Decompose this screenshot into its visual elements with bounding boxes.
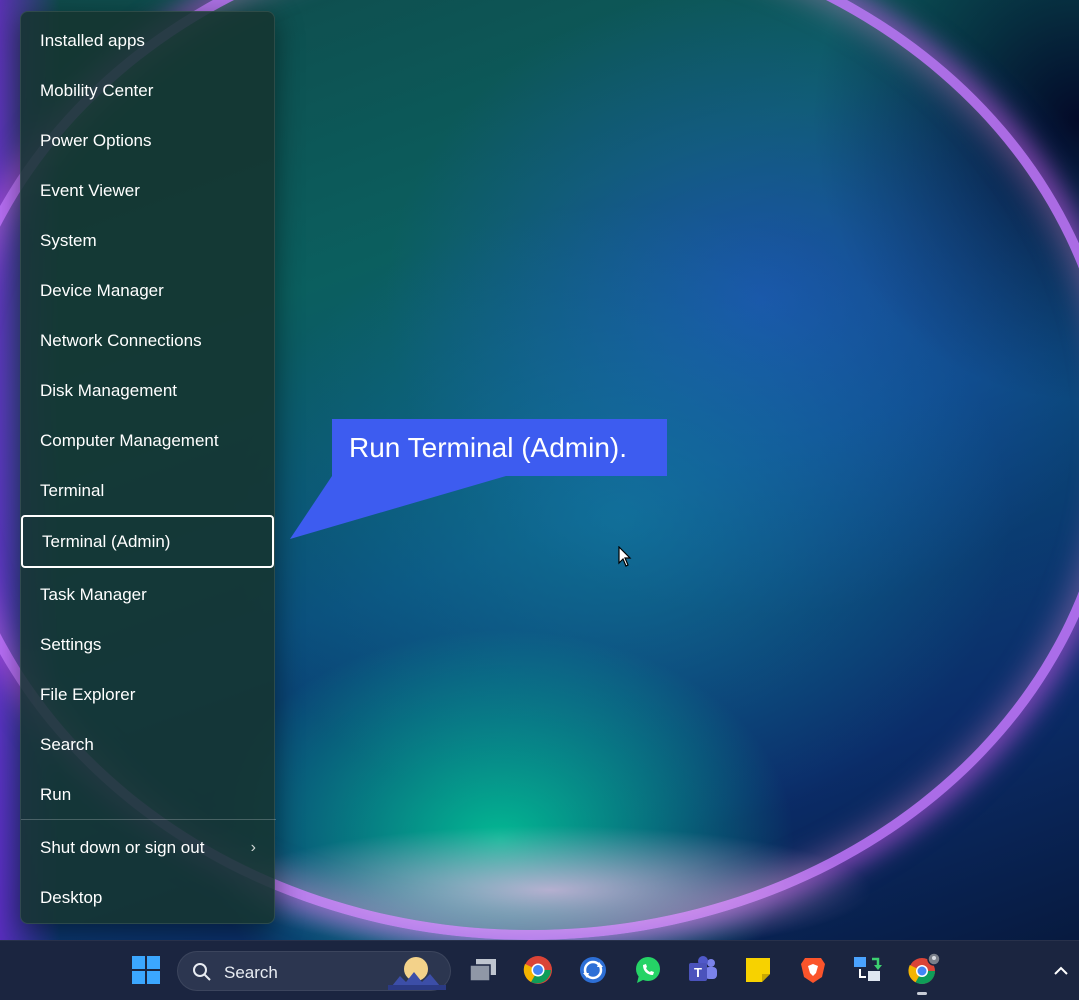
chrome-icon[interactable] [521,953,555,987]
menu-item-event-viewer[interactable]: Event Viewer [21,166,276,216]
menu-item-settings[interactable]: Settings [21,620,276,670]
menu-item-run[interactable]: Run [21,770,276,820]
menu-item-shut-down-or-sign-out[interactable]: Shut down or sign out › [21,823,276,873]
search-label: Search [224,963,278,982]
callout-pointer [290,476,506,539]
network-transfer-icon[interactable] [851,953,885,987]
chevron-right-icon: › [250,839,256,856]
callout-annotation: Run Terminal (Admin). [332,419,667,476]
menu-item-device-manager[interactable]: Device Manager [21,266,276,316]
brave-icon[interactable] [796,953,830,987]
windows-start-icon[interactable] [129,953,163,987]
taskbar-search-box[interactable]: Search [177,951,451,991]
menu-item-desktop[interactable]: Desktop [21,873,276,923]
task-view-icon[interactable] [466,953,500,987]
menu-item-computer-management[interactable]: Computer Management [21,416,276,466]
mouse-pointer-icon [618,546,632,567]
winx-context-menu: Installed apps Mobility Center Power Opt… [20,11,276,924]
taskbar: Search T [0,940,1079,1000]
sync-app-icon[interactable] [576,953,610,987]
callout-text: Run Terminal (Admin). [349,431,628,463]
menu-item-file-explorer[interactable]: File Explorer [21,670,276,720]
menu-item-mobility-center[interactable]: Mobility Center [21,66,276,116]
menu-item-power-options[interactable]: Power Options [21,116,276,166]
whatsapp-icon[interactable] [631,953,665,987]
menu-item-terminal-admin[interactable]: Terminal (Admin) [21,515,274,568]
menu-separator [21,819,276,820]
chevron-up-icon[interactable] [1051,961,1071,981]
sticky-notes-icon[interactable] [741,953,775,987]
search-highlight-art [388,957,446,990]
chrome-profile-icon[interactable] [906,953,940,987]
search-icon [193,963,211,981]
menu-item-disk-management[interactable]: Disk Management [21,366,276,416]
menu-item-installed-apps[interactable]: Installed apps [21,16,276,66]
menu-item-system[interactable]: System [21,216,276,266]
menu-item-task-manager[interactable]: Task Manager [21,570,276,620]
svg-text:T: T [694,965,702,980]
menu-item-label: Shut down or sign out [40,838,205,857]
menu-item-search[interactable]: Search [21,720,276,770]
menu-item-network-connections[interactable]: Network Connections [21,316,276,366]
active-app-indicator [917,992,927,995]
teams-icon[interactable]: T [686,953,720,987]
menu-item-terminal[interactable]: Terminal [21,466,276,516]
